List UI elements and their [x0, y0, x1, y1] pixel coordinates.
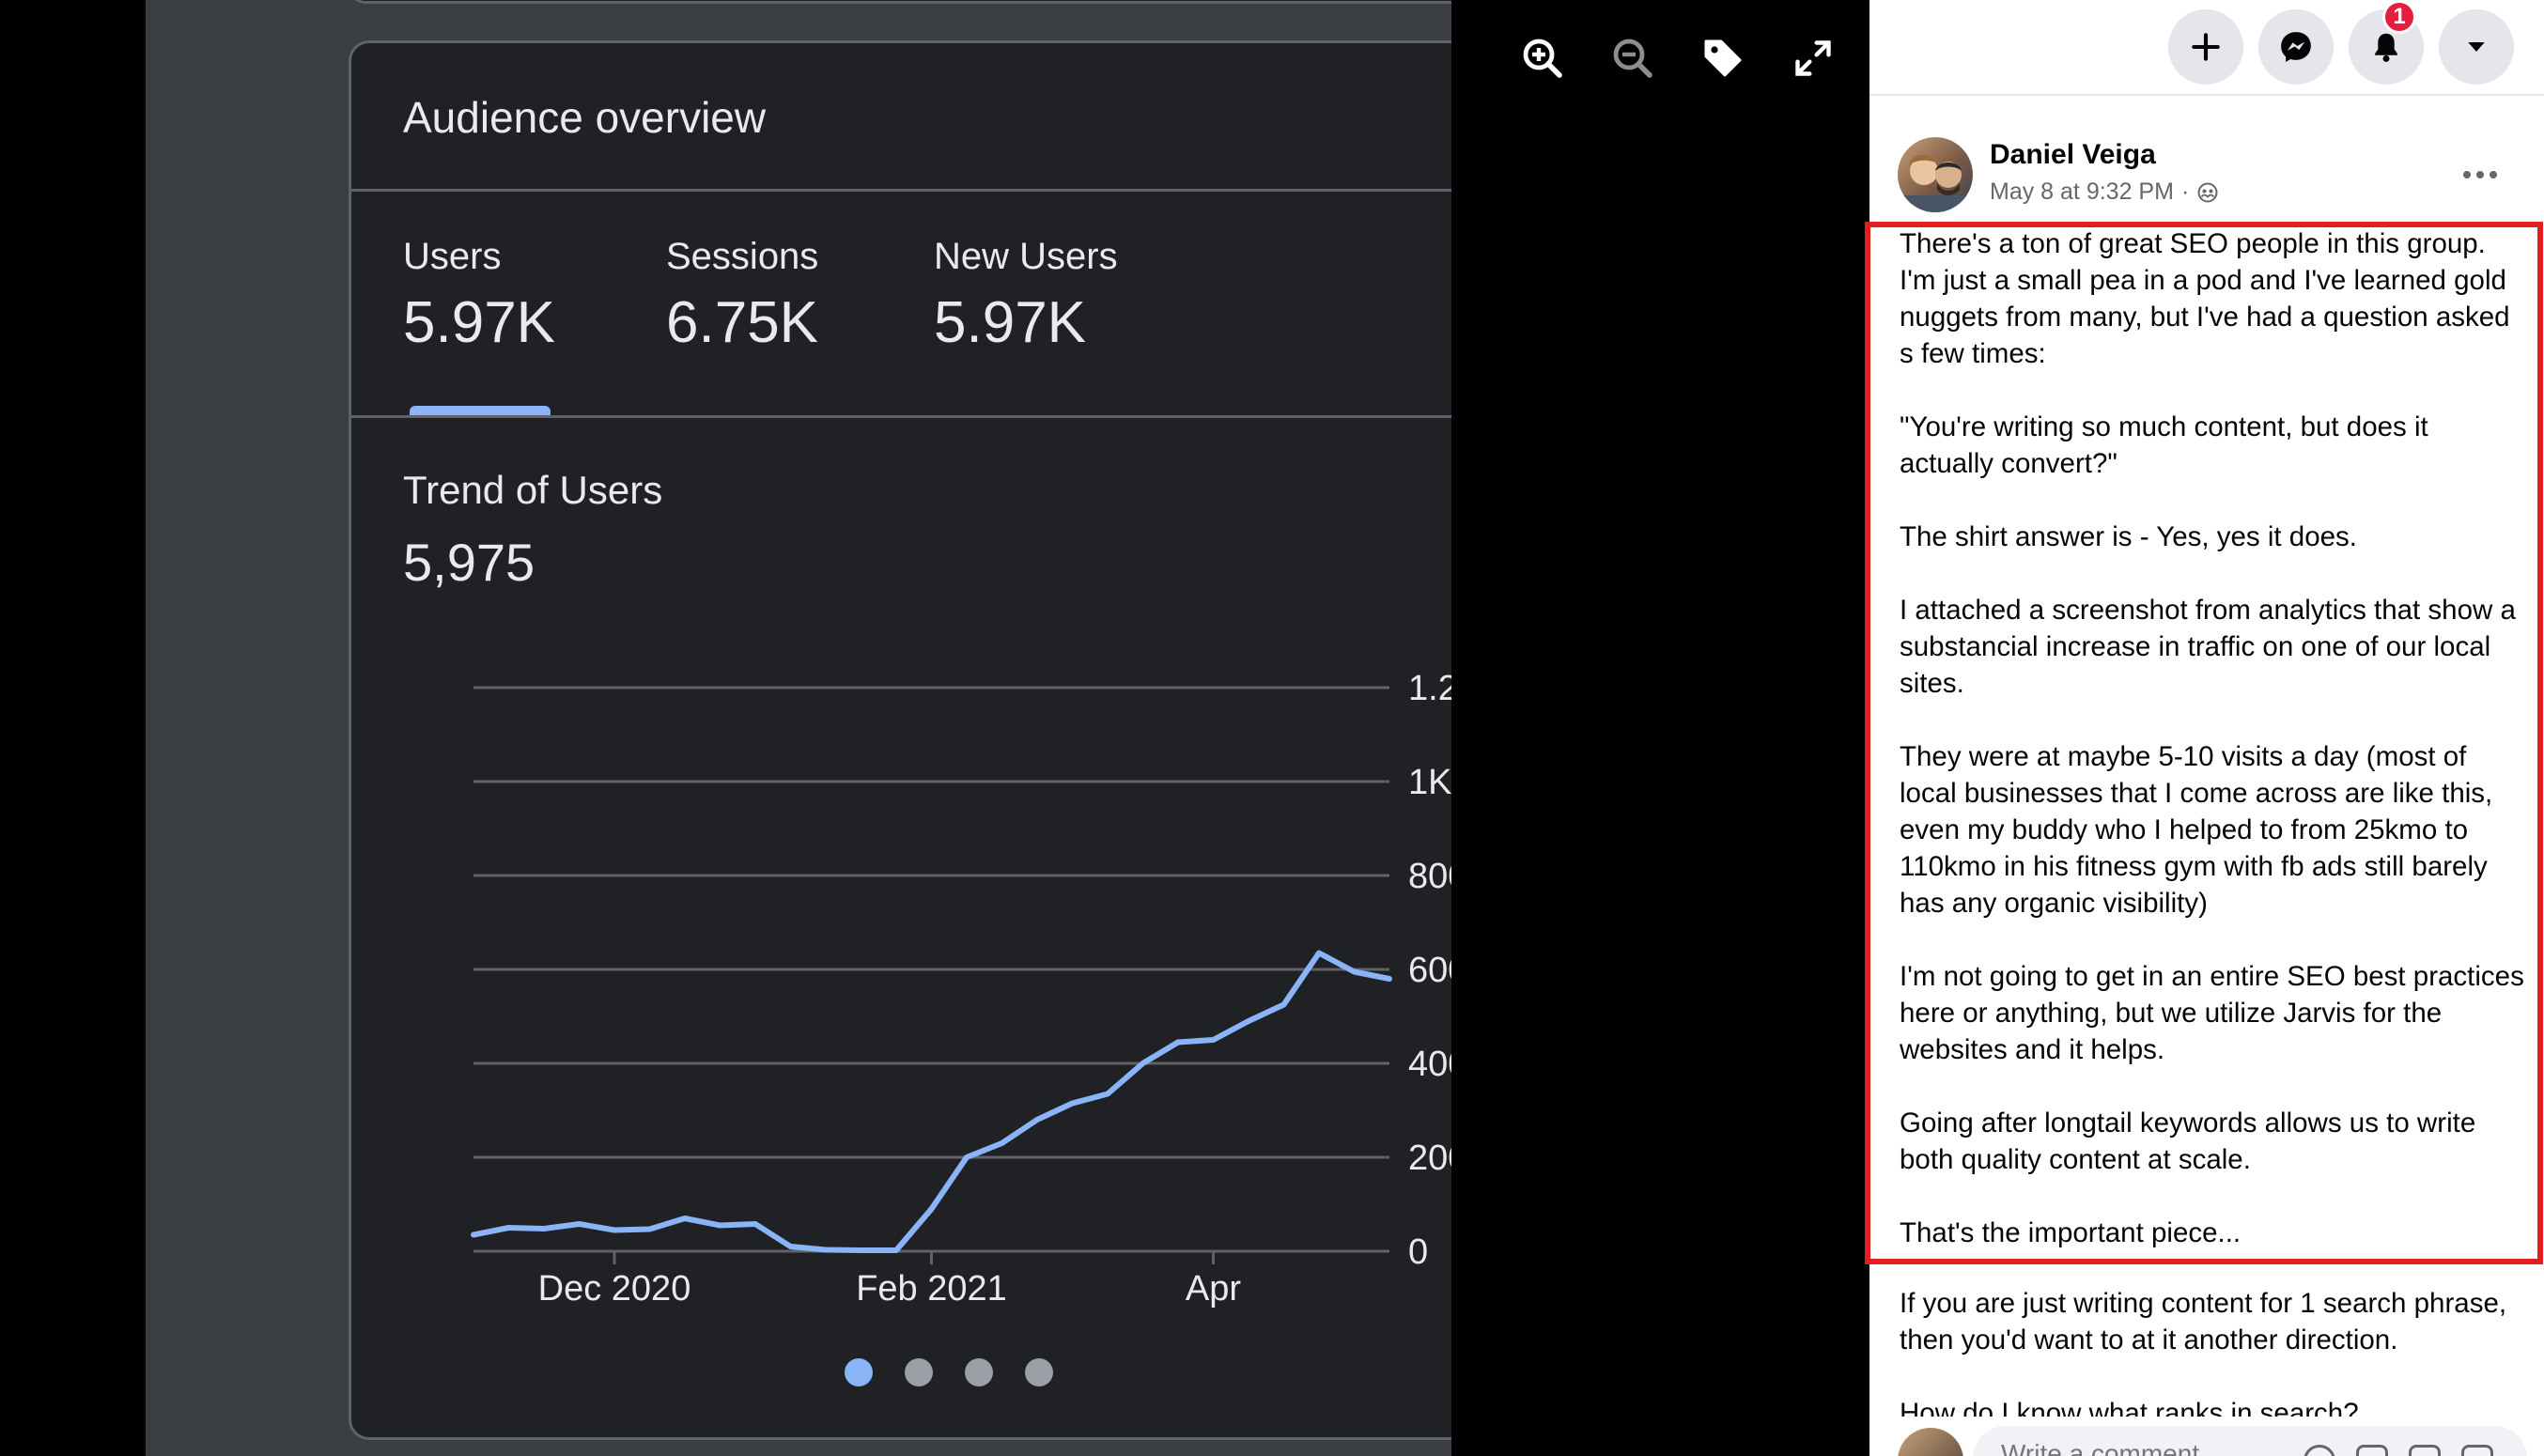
metric-new-users-value: 5.97K — [934, 290, 1087, 355]
audience-overview-card: Audience overview Users 5.97K Sessions 6… — [349, 40, 1451, 1440]
x-tick-label: Apr — [1186, 1269, 1241, 1309]
author-photo — [1898, 154, 1973, 212]
y-tick-label: 1K — [1408, 763, 1451, 802]
create-button[interactable] — [2168, 9, 2243, 85]
zoom-in-button[interactable] — [1512, 28, 1573, 88]
top-bar — [1869, 0, 2544, 96]
bell-icon — [2375, 33, 2397, 62]
carousel-dots — [351, 1358, 1451, 1396]
metric-users-label: Users — [403, 236, 502, 277]
y-tick-label: 800 — [1408, 857, 1451, 896]
metric-new-users-label: New Users — [934, 236, 1118, 277]
emoji-icon[interactable] — [2304, 1445, 2335, 1456]
zoom-in-icon — [1523, 39, 1562, 78]
zoom-out-icon — [1613, 39, 1652, 78]
plus-icon — [2192, 33, 2220, 61]
photo-viewer: Audience overview Users 5.97K Sessions 6… — [0, 0, 1869, 1456]
messenger-icon — [2281, 32, 2311, 62]
carousel-dot[interactable] — [905, 1358, 933, 1386]
notification-badge: 1 — [2382, 0, 2416, 34]
carousel-dot[interactable] — [1025, 1358, 1053, 1386]
comment-input[interactable] — [2001, 1439, 2236, 1456]
gif-icon[interactable] — [2409, 1445, 2441, 1456]
trend-value: 5,975 — [403, 533, 535, 592]
y-tick-label: 0 — [1408, 1232, 1428, 1272]
metric-users-value: 5.97K — [403, 290, 556, 355]
fullscreen-button[interactable] — [1783, 28, 1843, 88]
author-name[interactable]: Daniel Veiga — [1990, 139, 2156, 171]
post-text-continued: If you are just writing content for 1 se… — [1900, 1288, 2507, 1355]
camera-icon[interactable] — [2356, 1445, 2388, 1456]
photo-image: Audience overview Users 5.97K Sessions 6… — [146, 0, 1451, 1456]
post-timestamp[interactable]: May 8 at 9:32 PM — [1990, 178, 2174, 206]
tag-icon — [1704, 39, 1742, 77]
meta-separator: · — [2180, 178, 2190, 205]
sticker-icon[interactable] — [2461, 1445, 2493, 1456]
trend-title: Trend of Users — [403, 468, 663, 512]
previous-card-edge — [349, 0, 1451, 4]
post-text-cutoff: How do I know what ranks in search? — [1900, 1398, 2359, 1417]
tag-photo-button[interactable] — [1693, 28, 1753, 88]
y-tick-label: 1.2K — [1408, 669, 1451, 708]
card-title: Audience overview — [403, 93, 767, 142]
fullscreen-icon — [1795, 40, 1831, 76]
zoom-out-button[interactable] — [1603, 28, 1663, 88]
users-trend-chart: 0 200 400 600 800 1K 1.2K Dec 2020 Feb 2021 Apr — [471, 669, 1451, 1309]
account-menu-button[interactable] — [2439, 9, 2514, 85]
y-tick-label: 400 — [1408, 1045, 1451, 1084]
metric-sessions-label: Sessions — [666, 236, 819, 277]
x-tick-label: Feb 2021 — [856, 1269, 1007, 1309]
author-avatar[interactable] — [1898, 137, 1973, 212]
commenter-avatar — [1898, 1428, 1963, 1456]
divider — [351, 415, 1451, 418]
messenger-button[interactable] — [2258, 9, 2334, 85]
carousel-dot[interactable] — [845, 1358, 873, 1386]
post-meta: May 8 at 9:32 PM · — [1990, 178, 2219, 206]
series-line-users — [471, 950, 1392, 1253]
x-tick-label: Dec 2020 — [538, 1269, 691, 1309]
caret-down-icon — [2468, 42, 2485, 52]
y-tick-label: 600 — [1408, 951, 1451, 990]
comment-box[interactable] — [1973, 1426, 2527, 1456]
carousel-dot[interactable] — [965, 1358, 993, 1386]
group-privacy-icon — [2197, 182, 2218, 202]
metric-sessions-value: 6.75K — [666, 290, 819, 355]
post-options-icon[interactable] — [2452, 156, 2508, 194]
divider — [351, 189, 1451, 192]
highlight-box — [1865, 222, 2543, 1264]
y-tick-label: 200 — [1408, 1138, 1451, 1178]
